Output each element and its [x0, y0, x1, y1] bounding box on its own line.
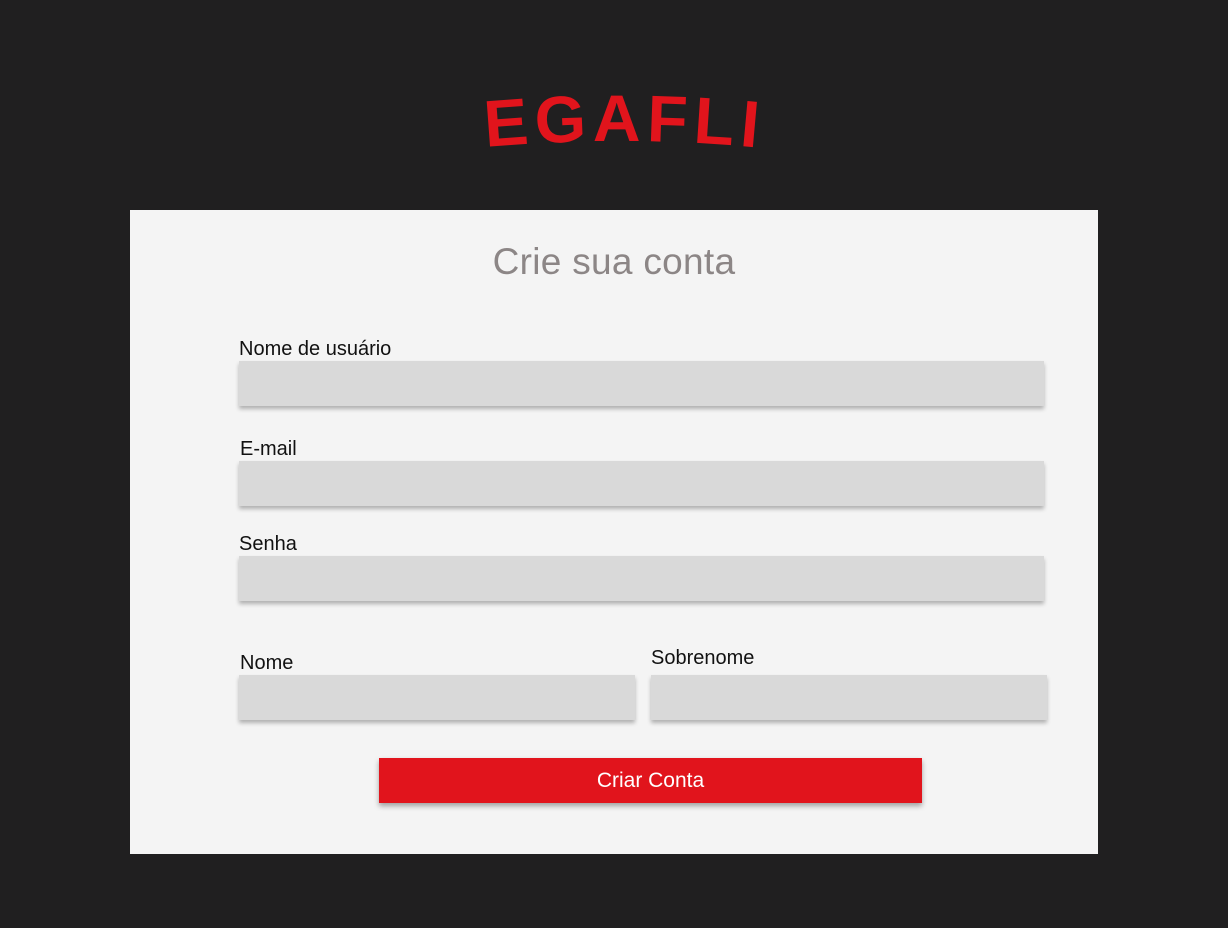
last-name-input[interactable] [651, 675, 1047, 720]
logo-wordmark: MEGAFLIX [454, 92, 769, 162]
email-input[interactable] [239, 461, 1044, 506]
username-label: Nome de usuário [239, 338, 392, 360]
password-label: Senha [239, 533, 297, 555]
megaflix-logo: MEGAFLIX [454, 92, 784, 168]
logo-text: MEGAFLIX [454, 92, 763, 162]
first-name-label: Nome [240, 652, 294, 674]
last-name-label: Sobrenome [651, 647, 755, 669]
first-name-input[interactable] [239, 675, 635, 720]
create-account-button[interactable]: Criar Conta [379, 758, 922, 803]
form-title: Crie sua conta [492, 241, 736, 282]
username-input[interactable] [239, 361, 1044, 406]
password-input[interactable] [239, 556, 1044, 601]
svg-text:MEGAFLIX: MEGAFLIX [454, 92, 769, 162]
email-label: E-mail [240, 438, 297, 460]
